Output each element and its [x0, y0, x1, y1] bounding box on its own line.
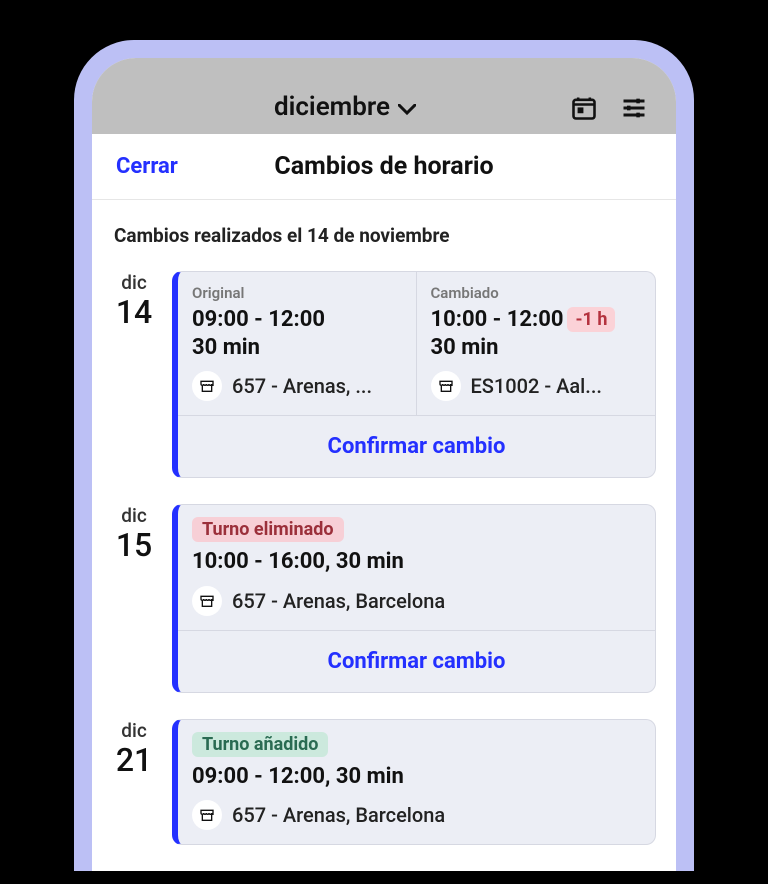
phone-frame: diciembre Cerrar Cambios de horario — [74, 40, 694, 871]
store-icon — [192, 371, 222, 401]
entry-month: dic — [112, 504, 156, 527]
modal-title: Cambios de horario — [274, 152, 493, 181]
changed-time: 10:00 - 12:00 — [431, 307, 564, 332]
shift-time: 09:00 - 12:00, 30 min — [192, 763, 639, 791]
entry-date: dic 21 — [112, 719, 156, 846]
store-icon — [192, 800, 222, 830]
shift-removed-tag: Turno eliminado — [192, 517, 344, 542]
entry-day: 21 — [112, 744, 156, 776]
confirm-row: Confirmar cambio — [178, 415, 655, 477]
change-entry: dic 21 Turno añadido 09:00 - 12:00, 30 m… — [112, 719, 656, 846]
store-icon — [192, 586, 222, 616]
original-label: Original — [192, 284, 402, 302]
entry-month: dic — [112, 271, 156, 294]
confirm-change-button[interactable]: Confirmar cambio — [328, 434, 506, 459]
shift-time: 10:00 - 16:00, 30 min — [192, 548, 639, 576]
chevron-down-icon — [398, 99, 416, 119]
changed-location: ES1002 - Aal... — [471, 374, 602, 398]
change-entry: dic 15 Turno eliminado 10:00 - 16:00, 30… — [112, 504, 656, 693]
changed-label: Cambiado — [431, 284, 642, 302]
original-column: Original 09:00 - 12:00 30 min 657 - Aren… — [178, 272, 417, 415]
close-button[interactable]: Cerrar — [116, 154, 178, 179]
changed-location-row: ES1002 - Aal... — [431, 371, 642, 401]
original-location-row: 657 - Arenas, ... — [192, 371, 402, 401]
location-row: 657 - Arenas, Barcelona — [192, 800, 639, 830]
entry-day: 14 — [112, 296, 156, 328]
app-header: diciembre — [92, 58, 676, 134]
change-card: Original 09:00 - 12:00 30 min 657 - Aren… — [172, 271, 656, 478]
confirm-row: Confirmar cambio — [178, 630, 655, 692]
delta-badge: -1 h — [567, 307, 615, 332]
location-text: 657 - Arenas, Barcelona — [232, 803, 445, 827]
entry-day: 15 — [112, 529, 156, 561]
location-text: 657 - Arenas, Barcelona — [232, 589, 445, 613]
month-label: diciembre — [274, 92, 390, 122]
shift-added-tag: Turno añadido — [192, 732, 328, 757]
calendar-today-icon[interactable] — [570, 94, 598, 122]
compare-changes: Original 09:00 - 12:00 30 min 657 - Aren… — [178, 272, 655, 415]
location-row: 657 - Arenas, Barcelona — [192, 586, 639, 616]
modal-content: Cambios realizados el 14 de noviembre di… — [92, 200, 676, 845]
entry-date: dic 14 — [112, 271, 156, 478]
header-icons — [570, 94, 648, 122]
original-location: 657 - Arenas, ... — [232, 374, 372, 398]
entry-month: dic — [112, 719, 156, 742]
original-duration: 30 min — [192, 334, 402, 362]
change-card: Turno añadido 09:00 - 12:00, 30 min 657 … — [172, 719, 656, 846]
month-selector[interactable]: diciembre — [120, 92, 570, 122]
change-card: Turno eliminado 10:00 - 16:00, 30 min 65… — [172, 504, 656, 693]
changed-duration: 30 min — [431, 334, 642, 362]
entry-date: dic 15 — [112, 504, 156, 693]
phone-inner: diciembre Cerrar Cambios de horario — [92, 58, 676, 871]
change-entry: dic 14 Original 09:00 - 12:00 30 min — [112, 271, 656, 478]
confirm-change-button[interactable]: Confirmar cambio — [328, 649, 506, 674]
store-icon — [431, 371, 461, 401]
changed-column: Cambiado 10:00 - 12:00 -1 h 30 min — [417, 272, 656, 415]
changes-subtitle: Cambios realizados el 14 de noviembre — [112, 224, 656, 247]
tune-icon[interactable] — [620, 94, 648, 122]
card-body: Turno añadido 09:00 - 12:00, 30 min 657 … — [178, 720, 655, 845]
card-body: Turno eliminado 10:00 - 16:00, 30 min 65… — [178, 505, 655, 630]
schedule-changes-modal: Cerrar Cambios de horario Cambios realiz… — [92, 134, 676, 845]
original-time: 09:00 - 12:00 — [192, 306, 402, 334]
modal-header: Cerrar Cambios de horario — [92, 134, 676, 200]
